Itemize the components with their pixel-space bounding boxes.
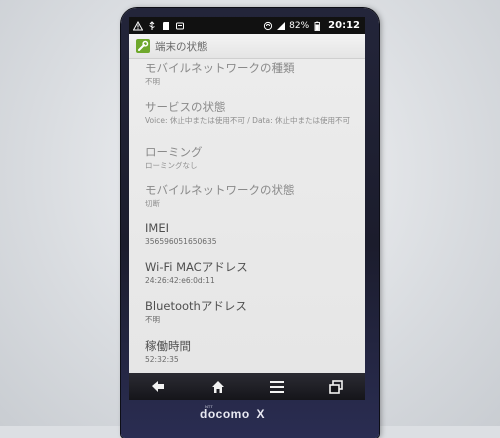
status-clock: 20:12 [328,20,360,31]
list-item-value: Voice: 休止中または使用不可 / Data: 休止中または使用不可 [145,116,350,125]
list-item-title: モバイルネットワークの状態 [145,183,295,197]
list-item-network-state[interactable]: モバイルネットワークの状態 切断 [145,183,359,209]
brand-name: docomo [200,407,250,421]
status-bar: 82% 20:12 [129,17,365,34]
list-item-value: 52:32:35 [145,355,179,364]
menu-icon [269,380,284,393]
status-list[interactable]: モバイルネットワークの種類 不明 サービスの状態 Voice: 休止中または使用… [129,59,365,373]
list-item-title: Wi-Fi MACアドレス [145,260,248,274]
title-bar: 端末の状態 [129,34,365,59]
warning-icon [133,20,143,30]
battery-percent: 82% [289,20,310,31]
home-button[interactable] [204,376,232,398]
list-item-title: モバイルネットワークの種類 [145,61,295,75]
back-button[interactable] [145,376,173,398]
list-item-roaming[interactable]: ローミング ローミングなし [145,145,359,171]
recent-apps-icon [328,379,343,394]
list-item-network-type[interactable]: モバイルネットワークの種類 不明 [145,61,359,87]
list-item-value: 不明 [145,315,160,324]
page-title: 端末の状態 [155,40,208,53]
phone-screen: 82% 20:12 端末の状態 モバイルネットワークの種類 不明 サービスの状態… [129,17,365,400]
wrench-settings-icon [136,39,150,53]
home-icon [211,380,224,393]
recent-apps-button[interactable] [322,376,350,398]
sd-card-icon [163,21,169,30]
list-item-title: ローミング [145,145,203,159]
list-item-title: 稼働時間 [145,339,191,353]
usb-icon [149,20,155,30]
list-item-bluetooth[interactable]: Bluetoothアドレス 不明 [145,299,359,325]
list-item-value: 24:26:42:e6:0d:11 [145,276,215,285]
list-item-title: サービスの状態 [145,100,226,114]
list-item-imei[interactable]: IMEI 356596051650635 [145,221,359,247]
signal-icon [277,21,286,30]
navigation-bar [129,373,365,400]
list-item-value: 356596051650635 [145,237,217,246]
list-item-wifi-mac[interactable]: Wi-Fi MACアドレス 24:26:42:e6:0d:11 [145,260,359,286]
menu-button[interactable] [263,376,291,398]
list-item-service-state[interactable]: サービスの状態 Voice: 休止中または使用不可 / Data: 休止中または… [145,100,359,126]
list-item-value: 切断 [145,199,160,208]
back-arrow-icon [151,380,164,392]
list-item-uptime[interactable]: 稼働時間 52:32:35 [145,339,359,365]
notification-icon [176,22,184,29]
battery-icon [314,21,321,31]
list-item-value: 不明 [145,77,160,86]
nfc-icon [264,21,273,30]
list-item-title: Bluetoothアドレス [145,299,247,313]
list-item-value: ローミングなし [145,161,198,170]
brand-suffix: X [256,407,266,421]
list-item-title: IMEI [145,221,169,235]
docomo-logo: docomo X [200,407,310,425]
